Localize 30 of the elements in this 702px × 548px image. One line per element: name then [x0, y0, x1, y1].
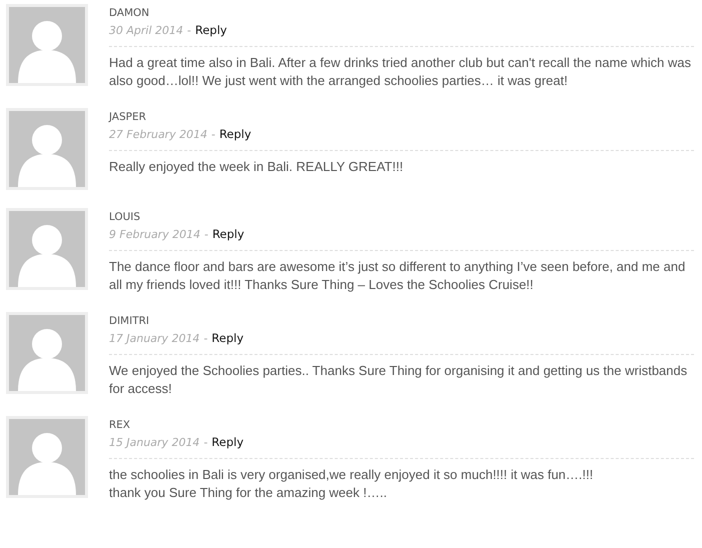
comment-date: 17 January 2014 — [109, 331, 200, 347]
reply-link[interactable]: Reply — [212, 434, 244, 450]
comment-text: The dance floor and bars are awesome it’s just so different to anything I’ve seen before, and me and all my friends loved it!!! Thanks Sure Thing – Loves the Schoolies Cruise!! — [109, 258, 686, 294]
comment-date: 30 April 2014 — [109, 23, 184, 39]
author-name: DIMITRI — [109, 314, 150, 328]
comment-text: Had a great time also in Bali. After a few drinks tried another club but can't recall the name which was also good…lol!! We just went with the arranged schoolies parties… it was great! — [109, 54, 692, 90]
reply-link[interactable]: Reply — [195, 22, 227, 38]
avatar-icon — [6, 4, 88, 86]
separator: - — [187, 23, 192, 39]
comment-date: 27 February 2014 — [109, 127, 208, 143]
avatar-icon — [6, 208, 88, 290]
comment-text: the schoolies in Bali is very organised,we really enjoyed it so much!!!! it was fun….!!! thank you Sure Thing for the amazing week !….. — [109, 466, 594, 502]
separator: - — [204, 227, 208, 243]
separator: - — [204, 435, 208, 451]
reply-link[interactable]: Reply — [219, 126, 252, 142]
avatar-icon — [6, 312, 88, 394]
author-name: REX — [109, 418, 130, 432]
avatar-icon — [6, 108, 88, 190]
reply-link[interactable]: Reply — [212, 330, 244, 346]
comment-date: 15 January 2014 — [109, 435, 200, 451]
avatar-icon — [6, 416, 88, 498]
comment-date: 9 February 2014 — [109, 227, 200, 243]
reply-link[interactable]: Reply — [212, 226, 244, 242]
author-name: LOUIS — [109, 210, 140, 224]
separator: - — [211, 127, 216, 143]
comment-text: Really enjoyed the week in Bali. REALLY GREAT!!! — [109, 158, 404, 176]
comment-text: We enjoyed the Schoolies parties.. Thanks Sure Thing for organising it and getting us the wristbands for access! — [109, 362, 688, 398]
author-name: JASPER — [109, 110, 146, 124]
author-name: DAMON — [109, 6, 150, 20]
separator: - — [204, 331, 208, 347]
